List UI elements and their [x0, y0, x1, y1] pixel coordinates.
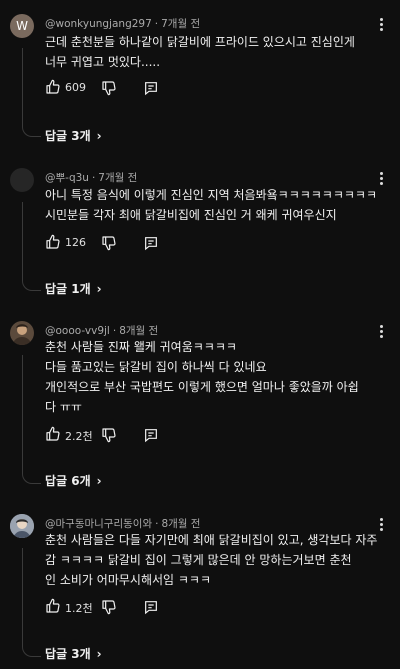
- thread-connector: [22, 642, 41, 657]
- like-icon[interactable]: [45, 79, 61, 95]
- thread-line: [22, 202, 23, 278]
- comment-text: 아니 특정 음식에 이렇게 진심인 지역 처음봐욬ㅋㅋㅋㅋㅋㅋㅋㅋㅋ 시민분들 …: [45, 185, 385, 225]
- comment-line: 다들 품고있는 닭갈비 집이 하나씩 다 있네요: [45, 360, 267, 374]
- comment-meta: @wonkyungjang297 · 7개월 전: [45, 16, 200, 31]
- like-count: 2.2천: [65, 430, 93, 443]
- view-replies-button[interactable]: 답글 6개 ›: [45, 472, 102, 489]
- avatar-letter: W: [16, 19, 28, 33]
- avatar[interactable]: [10, 168, 34, 192]
- reply-icon[interactable]: [143, 235, 159, 251]
- comment-line: 감 ㅋㅋㅋㅋ 닭갈비 집이 그렇게 많은데 안 망하는거보면 춘천: [45, 553, 352, 567]
- replies-label: 답글 1개: [45, 282, 91, 296]
- chevron-right-icon: ›: [96, 282, 102, 296]
- comment-author[interactable]: @마구동마니구리동이와: [45, 518, 152, 530]
- comment-actions: 1.2천: [45, 597, 175, 617]
- replies-label: 답글 6개: [45, 474, 91, 488]
- dislike-icon[interactable]: [101, 235, 117, 251]
- avatar[interactable]: [10, 514, 34, 538]
- chevron-right-icon: ›: [96, 129, 102, 143]
- comment-time[interactable]: 8개월 전: [161, 518, 200, 530]
- comment-line: 춘천 사람들 진짜 왤케 귀여움ㅋㅋㅋㅋ: [45, 340, 237, 354]
- meta-separator: ·: [155, 518, 159, 530]
- comment-time[interactable]: 7개월 전: [161, 18, 200, 30]
- dislike-icon[interactable]: [101, 427, 117, 443]
- thread-line: [22, 48, 23, 124]
- thread-connector: [22, 122, 41, 137]
- comment-text: 춘천 사람들 진짜 왤케 귀여움ㅋㅋㅋㅋ 다들 품고있는 닭갈비 집이 하나씩 …: [45, 337, 385, 417]
- view-replies-button[interactable]: 답글 3개 ›: [45, 645, 102, 662]
- thread-line: [22, 355, 23, 471]
- comment-author[interactable]: @뿌-q3u: [45, 172, 89, 184]
- meta-separator: ·: [91, 172, 96, 184]
- comment-meta: @oooo-vv9jl · 8개월 전: [45, 323, 158, 338]
- comment-line: 개인적으로 부산 국밥편도 이렇게 했으면 얼마나 좋았을까 아쉽: [45, 380, 359, 394]
- chevron-right-icon: ›: [96, 647, 102, 661]
- comment-author[interactable]: @wonkyungjang297: [45, 18, 152, 30]
- chevron-right-icon: ›: [96, 474, 102, 488]
- avatar-image-icon: [12, 324, 32, 345]
- comment-actions: 126: [45, 233, 175, 253]
- comment-line: 춘천 사람들은 다들 자기만에 최애 닭갈비집이 있고, 생각보다 자주: [45, 533, 378, 547]
- reply-icon[interactable]: [143, 80, 159, 96]
- reply-icon[interactable]: [143, 427, 159, 443]
- view-replies-button[interactable]: 답글 1개 ›: [45, 280, 102, 297]
- comment-time[interactable]: 7개월 전: [98, 172, 137, 184]
- comment-actions: 2.2천: [45, 425, 175, 445]
- thread-line: [22, 548, 23, 644]
- thread-connector: [22, 469, 41, 484]
- view-replies-button[interactable]: 답글 3개 ›: [45, 127, 102, 144]
- comment-line: 인 소비가 어마무시해서임 ㅋㅋㅋ: [45, 573, 212, 587]
- meta-separator: ·: [112, 325, 117, 337]
- dislike-icon[interactable]: [101, 80, 117, 96]
- comment-line: 아니 특정 음식에 이렇게 진심인 지역 처음봐욬ㅋㅋㅋㅋㅋㅋㅋㅋㅋ: [45, 188, 378, 202]
- like-icon[interactable]: [45, 598, 61, 614]
- comment-author[interactable]: @oooo-vv9jl: [45, 325, 110, 337]
- like-count: 609: [65, 81, 86, 94]
- meta-separator: ·: [154, 18, 159, 30]
- comment-line: 다 ㅠㅠ: [45, 400, 82, 414]
- comment-actions: 609: [45, 78, 175, 98]
- comment-line: 시민분들 각자 최애 닭갈비집에 진심인 거 왜케 귀여우신지: [45, 208, 337, 222]
- avatar-image-icon: [10, 514, 34, 538]
- thread-connector: [22, 276, 41, 291]
- comment-time[interactable]: 8개월 전: [119, 325, 158, 337]
- like-count: 126: [65, 236, 86, 249]
- like-icon[interactable]: [45, 234, 61, 250]
- comment-text: 춘천 사람들은 다들 자기만에 최애 닭갈비집이 있고, 생각보다 자주 감 ㅋ…: [45, 530, 385, 590]
- avatar[interactable]: [10, 321, 34, 345]
- replies-label: 답글 3개: [45, 129, 91, 143]
- like-icon[interactable]: [45, 426, 61, 442]
- avatar[interactable]: W: [10, 14, 34, 38]
- reply-icon[interactable]: [143, 599, 159, 615]
- like-count: 1.2천: [65, 602, 93, 615]
- comment-meta: @뿌-q3u · 7개월 전: [45, 170, 137, 185]
- comment-line: 근데 춘천분들 하나같이 닭갈비에 프라이드 있으시고 진심인게: [45, 35, 355, 49]
- comment-meta: @마구동마니구리동이와 · 8개월 전: [45, 516, 200, 531]
- replies-label: 답글 3개: [45, 647, 91, 661]
- comment-text: 근데 춘천분들 하나같이 닭갈비에 프라이드 있으시고 진심인게 너무 귀엽고 …: [45, 32, 385, 72]
- dislike-icon[interactable]: [101, 599, 117, 615]
- comment-line: 너무 귀엽고 멋있다.....: [45, 55, 161, 69]
